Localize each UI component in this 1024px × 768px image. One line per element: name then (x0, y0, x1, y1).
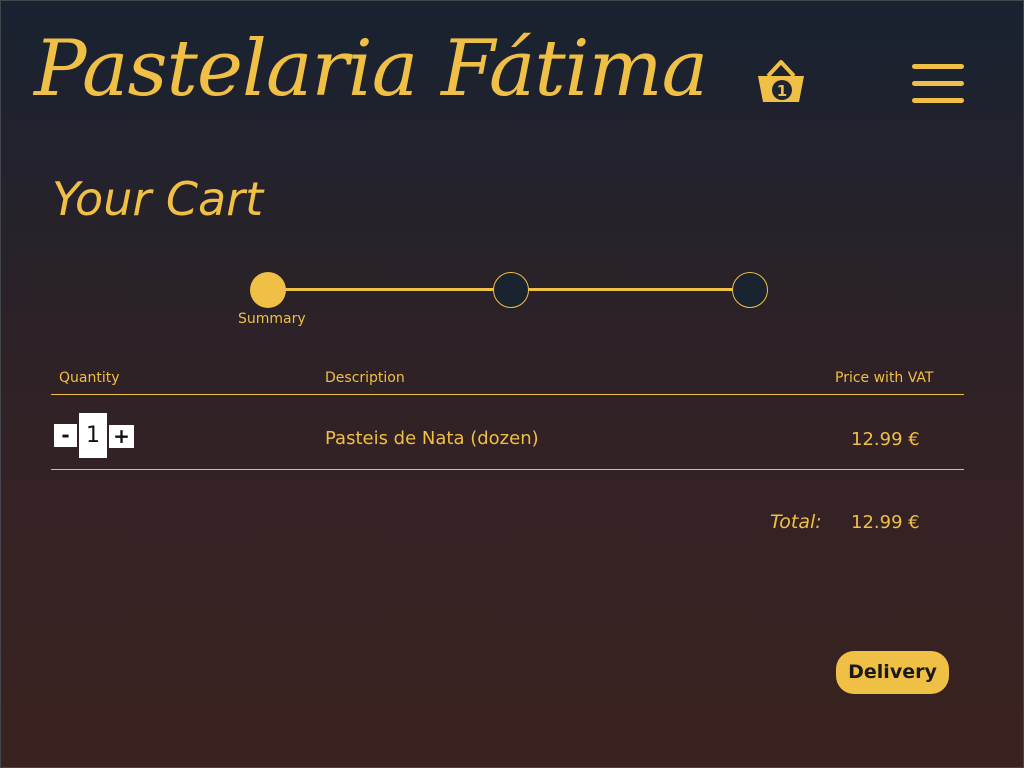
progress-line (268, 288, 750, 291)
total-value: 12.99 € (851, 512, 920, 533)
cart-count-badge: 1 (777, 82, 787, 100)
table-header-divider (51, 394, 964, 395)
column-header-description: Description (325, 370, 405, 386)
step-summary (250, 272, 286, 308)
hamburger-menu-icon[interactable] (912, 64, 964, 104)
page-title: Your Cart (52, 172, 264, 226)
table-row-divider (51, 469, 964, 470)
menu-bar (912, 98, 964, 103)
menu-bar (912, 64, 964, 69)
quantity-increase-button[interactable]: + (109, 425, 134, 448)
item-description: Pasteis de Nata (dozen) (325, 428, 539, 449)
column-header-quantity: Quantity (59, 370, 120, 386)
brand-logo[interactable]: Pastelaria Fátima (34, 30, 708, 108)
delivery-button[interactable]: Delivery (836, 651, 949, 694)
column-header-price: Price with VAT (835, 370, 934, 386)
item-price: 12.99 € (851, 429, 920, 450)
quantity-decrease-button[interactable]: - (54, 424, 77, 447)
total-label: Total: (770, 511, 822, 533)
step-payment (732, 272, 768, 308)
step-summary-label: Summary (238, 311, 306, 327)
quantity-value[interactable]: 1 (79, 413, 107, 458)
step-delivery (493, 272, 529, 308)
basket-icon[interactable]: 1 (754, 58, 808, 108)
menu-bar (912, 81, 964, 86)
